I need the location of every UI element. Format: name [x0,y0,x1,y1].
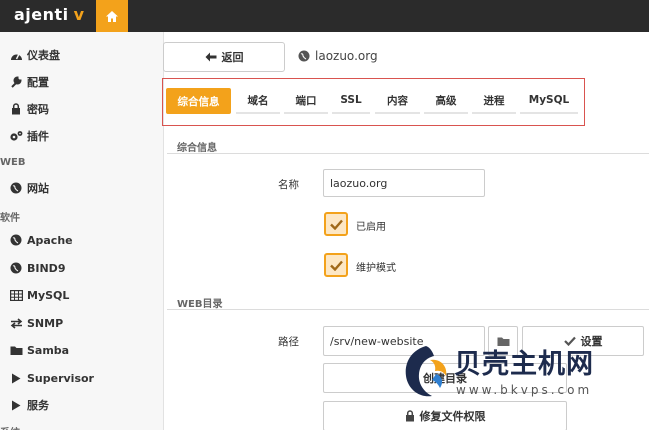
enabled-checkbox[interactable] [324,212,348,236]
wrench-icon [9,75,23,89]
sidebar-item-snmp[interactable]: SNMP [9,314,63,332]
name-input[interactable]: laozuo.org [323,169,485,197]
brand-logo[interactable]: ajenti v [14,5,85,24]
sidebar-item-bind9[interactable]: BIND9 [9,259,65,277]
site-name: laozuo.org [315,49,378,63]
check-icon [329,219,343,230]
sidebar-item-mysql[interactable]: MySQL [9,286,69,304]
lock-icon [405,410,415,422]
play-icon [9,398,23,412]
home-button[interactable] [96,0,128,32]
enabled-label: 已启用 [356,222,386,233]
back-button[interactable]: 返回 [163,42,285,72]
sidebar-section-software: 软件 [0,213,20,224]
globe-icon [298,50,310,62]
tab-label: 进程 [483,94,505,107]
maintenance-label: 维护模式 [356,263,396,274]
watermark-logo-icon [405,346,447,397]
fix-permissions-label: 修复文件权限 [419,410,486,423]
tab-label: 综合信息 [177,95,220,108]
tab-processes[interactable]: 进程 [472,88,516,114]
name-label: 名称 [278,179,299,191]
brand-suffix: v [73,5,85,24]
exchange-icon [9,316,23,330]
sidebar-item-websites[interactable]: 网站 [9,179,49,197]
brand-name: ajenti [14,5,69,24]
tab-ssl[interactable]: SSL [332,88,370,114]
sidebar-item-label: 网站 [27,182,49,195]
sidebar-item-label: 插件 [27,130,49,143]
sidebar-item-label: SNMP [27,316,64,330]
tab-label: SSL [340,94,362,106]
play-icon [9,371,23,385]
sidebar-item-samba[interactable]: Samba [9,341,69,359]
tab-label: 高级 [435,94,457,107]
top-bar: ajenti v [0,0,649,32]
arrow-left-icon [205,52,217,62]
sidebar-item-label: BIND9 [27,261,66,275]
sidebar-item-services[interactable]: 服务 [9,396,49,414]
maintenance-checkbox[interactable] [324,253,348,277]
check-icon [329,260,343,271]
tab-mysql[interactable]: MySQL [520,88,578,114]
sidebar-section-system: 系统 [0,424,20,430]
back-button-label: 返回 [221,51,244,64]
sidebar-item-label: Supervisor [27,371,94,385]
sidebar-item-supervisor[interactable]: Supervisor [9,369,94,387]
section-divider [167,309,649,310]
sidebar-item-label: MySQL [27,288,70,302]
table-icon [9,288,23,302]
sidebar-item-label: Apache [27,233,73,247]
globe-icon [9,181,23,195]
dashboard-icon [9,48,23,62]
sidebar-item-label: 服务 [27,399,49,412]
watermark: 贝壳主机网 www.bkvps.com [402,338,632,406]
tab-label: 内容 [387,94,408,107]
sidebar-item-password[interactable]: 密码 [9,100,49,118]
sidebar-item-label: 仪表盘 [27,49,60,62]
tab-label: MySQL [528,94,570,106]
home-icon [106,10,118,22]
tab-general[interactable]: 综合信息 [166,88,231,114]
watermark-url: www.bkvps.com [456,383,593,397]
tab-advanced[interactable]: 高级 [424,88,468,114]
sidebar-section-web: WEB [0,157,26,168]
sidebar-item-dashboard[interactable]: 仪表盘 [9,46,60,64]
cogs-icon [9,129,23,143]
tab-domains[interactable]: 域名 [236,88,280,114]
globe-icon [9,261,23,275]
section-heading-general: 综合信息 [177,143,217,154]
section-heading-webdir: WEB目录 [177,299,223,310]
globe-icon [9,233,23,247]
watermark-text: 贝壳主机网 [454,349,594,380]
page-title: laozuo.org [298,49,378,63]
sidebar-item-label: 配置 [27,76,49,89]
folder-icon [9,343,23,357]
sidebar: 仪表盘 配置 密码 插件 WEB 网站 软件 Apache BIND9 MySQ… [0,32,164,430]
sidebar-item-label: Samba [27,343,70,357]
tab-ports[interactable]: 端口 [284,88,328,114]
tab-label: 域名 [247,94,269,107]
sidebar-item-apache[interactable]: Apache [9,231,73,249]
path-label: 路径 [278,336,299,348]
sidebar-item-plugins[interactable]: 插件 [9,127,49,145]
sidebar-item-label: 密码 [27,103,49,116]
tab-content[interactable]: 内容 [375,88,420,114]
section-divider [167,153,649,154]
tab-label: 端口 [295,94,317,107]
lock-icon [9,102,23,116]
sidebar-item-config[interactable]: 配置 [9,73,49,91]
